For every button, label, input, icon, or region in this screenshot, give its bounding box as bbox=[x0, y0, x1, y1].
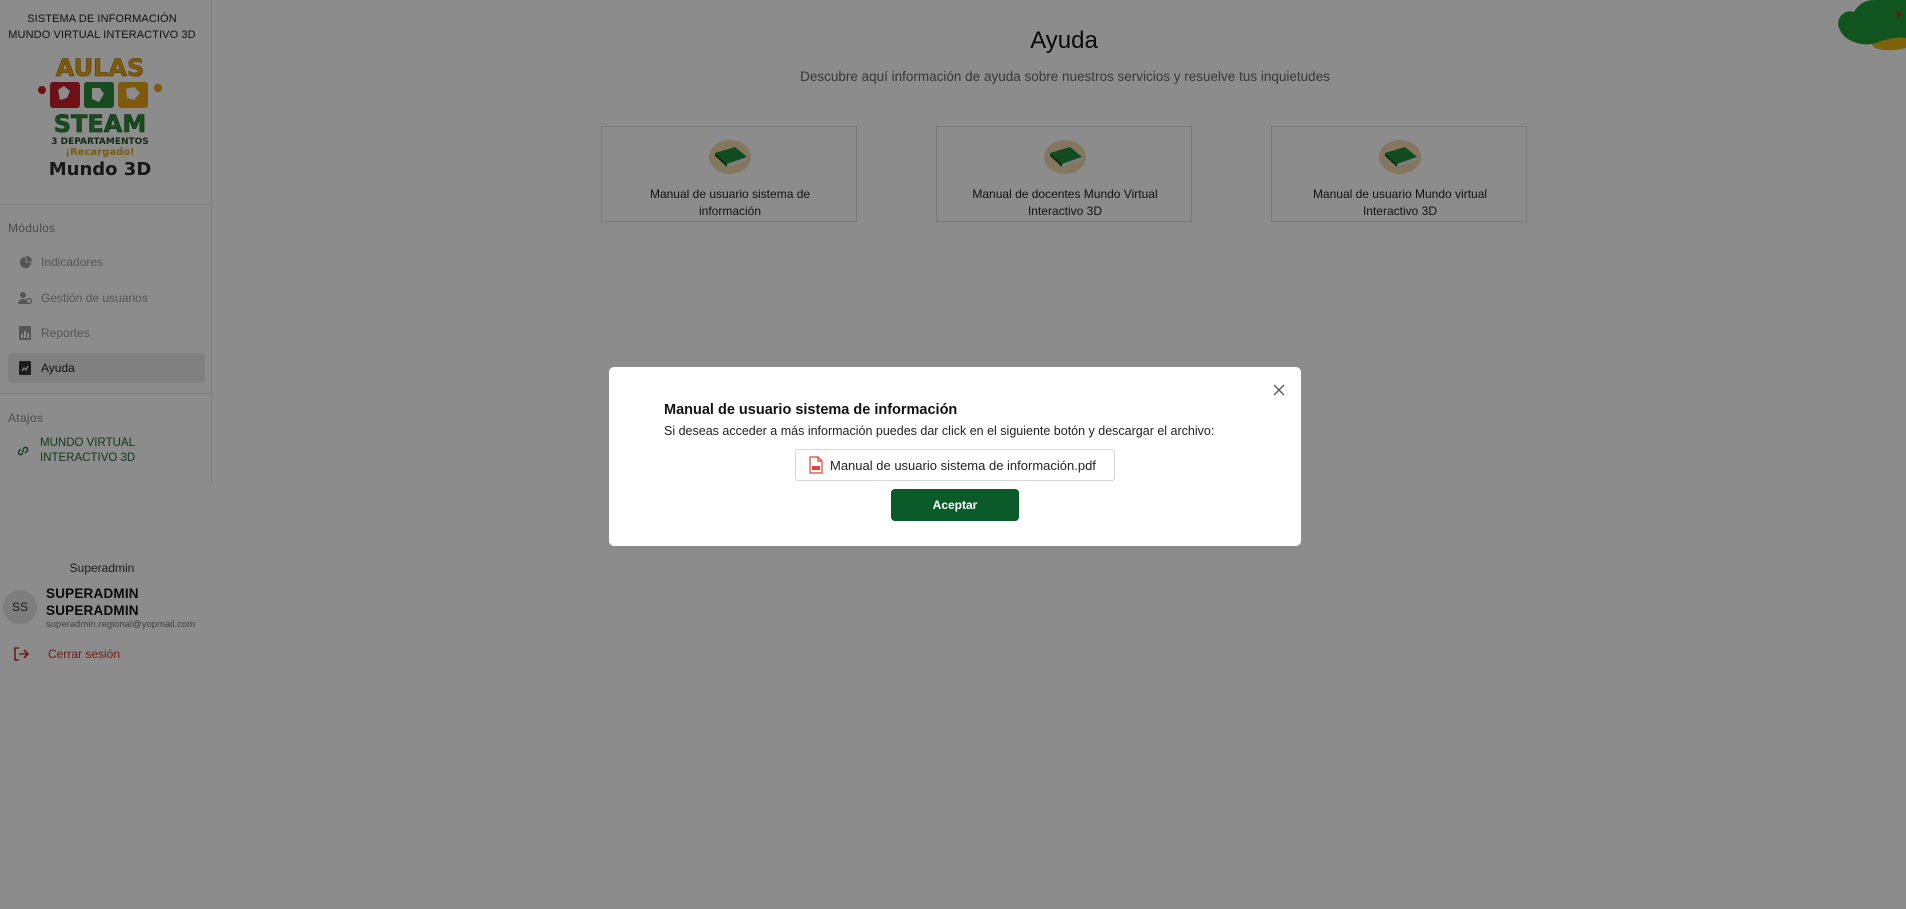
modal-title: Manual de usuario sistema de información bbox=[664, 402, 958, 418]
close-button[interactable] bbox=[1270, 381, 1288, 399]
pdf-file-name: Manual de usuario sistema de información… bbox=[830, 457, 1096, 473]
pdf-file-icon bbox=[809, 456, 823, 474]
manual-download-modal: Manual de usuario sistema de información… bbox=[609, 367, 1301, 546]
accept-button[interactable]: Aceptar bbox=[891, 489, 1019, 521]
modal-text: Si deseas acceder a más información pued… bbox=[664, 424, 1215, 438]
close-icon bbox=[1273, 384, 1285, 396]
pdf-download-link[interactable]: Manual de usuario sistema de información… bbox=[795, 449, 1115, 481]
